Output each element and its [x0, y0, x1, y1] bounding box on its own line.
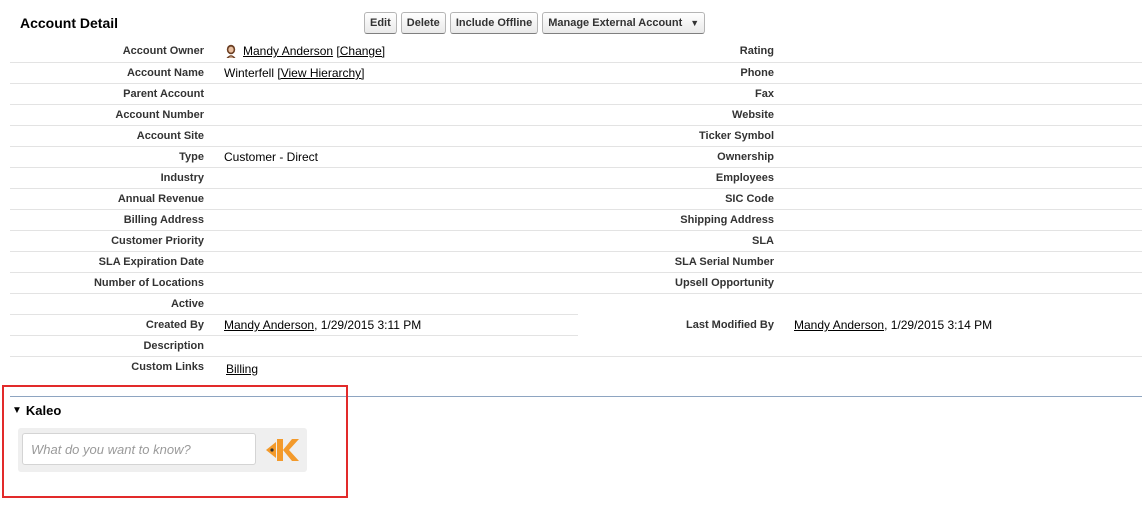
upsell-opportunity-label: Upsell Opportunity	[675, 277, 774, 289]
ticker-symbol-label: Ticker Symbol	[699, 130, 774, 142]
sla-label: SLA	[752, 235, 774, 247]
field-row: Description	[0, 336, 1142, 357]
manage-external-account-button[interactable]: Manage External Account ▼	[542, 12, 706, 34]
billing-link[interactable]: Billing	[226, 362, 258, 376]
field-row: Created By Mandy Anderson, 1/29/2015 3:1…	[0, 315, 1142, 336]
active-label: Active	[170, 298, 204, 310]
edit-button[interactable]: Edit	[364, 12, 397, 34]
section-divider	[10, 396, 1142, 397]
kaleo-section-title: Kaleo	[25, 403, 62, 418]
include-offline-button[interactable]: Include Offline	[449, 12, 539, 34]
custom-links-value: Billing	[226, 362, 258, 376]
field-row: Number of Locations Upsell Opportunity	[0, 273, 1142, 294]
field-row: Account Name Winterfell [View Hierarchy]…	[0, 63, 1142, 84]
shipping-address-label: Shipping Address	[680, 214, 774, 226]
fax-label: Fax	[755, 88, 774, 100]
sic-code-label: SIC Code	[725, 193, 774, 205]
kaleo-question-input[interactable]	[22, 433, 256, 465]
field-row: SLA Expiration Date SLA Serial Number	[0, 252, 1142, 273]
kaleo-fish-k-logo-icon[interactable]	[264, 434, 300, 466]
field-row: Custom Links Billing	[0, 357, 1142, 378]
sla-serial-number-label: SLA Serial Number	[674, 256, 774, 268]
field-row: Account Number Website	[0, 105, 1142, 126]
field-row: Account Owner Mandy Anderson [Change] Ra…	[0, 41, 1142, 62]
custom-links-label: Custom Links	[131, 361, 204, 373]
page-title: Account Detail	[20, 15, 119, 31]
rating-label: Rating	[739, 45, 774, 57]
last-modified-by-value: Mandy Anderson, 1/29/2015 3:14 PM	[794, 318, 992, 332]
field-row: Annual Revenue SIC Code	[0, 189, 1142, 210]
phone-label: Phone	[740, 67, 774, 79]
collapse-triangle-icon: ▼	[12, 405, 22, 416]
ownership-label: Ownership	[717, 151, 774, 163]
field-row: Billing Address Shipping Address	[0, 210, 1142, 231]
employees-label: Employees	[715, 172, 774, 184]
field-row: Active	[0, 294, 1142, 315]
description-label: Description	[143, 340, 204, 352]
kaleo-section-toggle[interactable]: ▼ Kaleo	[12, 403, 61, 418]
field-row: Customer Priority SLA	[0, 231, 1142, 252]
kaleo-widget	[18, 428, 307, 472]
field-row: Account Site Ticker Symbol	[0, 126, 1142, 147]
caret-down-icon: ▼	[690, 18, 700, 28]
field-row: Parent Account Fax	[0, 84, 1142, 105]
last-modified-by-date: , 1/29/2015 3:14 PM	[884, 318, 993, 332]
field-row: Industry Employees	[0, 168, 1142, 189]
website-label: Website	[732, 109, 774, 121]
field-row: Type Customer - Direct Ownership	[0, 147, 1142, 168]
manage-external-account-label: Manage External Account	[548, 17, 683, 29]
last-modified-by-label: Last Modified By	[685, 319, 774, 331]
delete-button[interactable]: Delete	[400, 12, 446, 34]
last-modified-by-user-link[interactable]: Mandy Anderson	[794, 318, 884, 332]
detail-toolbar: Edit Delete Include Offline Manage Exter…	[364, 12, 706, 34]
